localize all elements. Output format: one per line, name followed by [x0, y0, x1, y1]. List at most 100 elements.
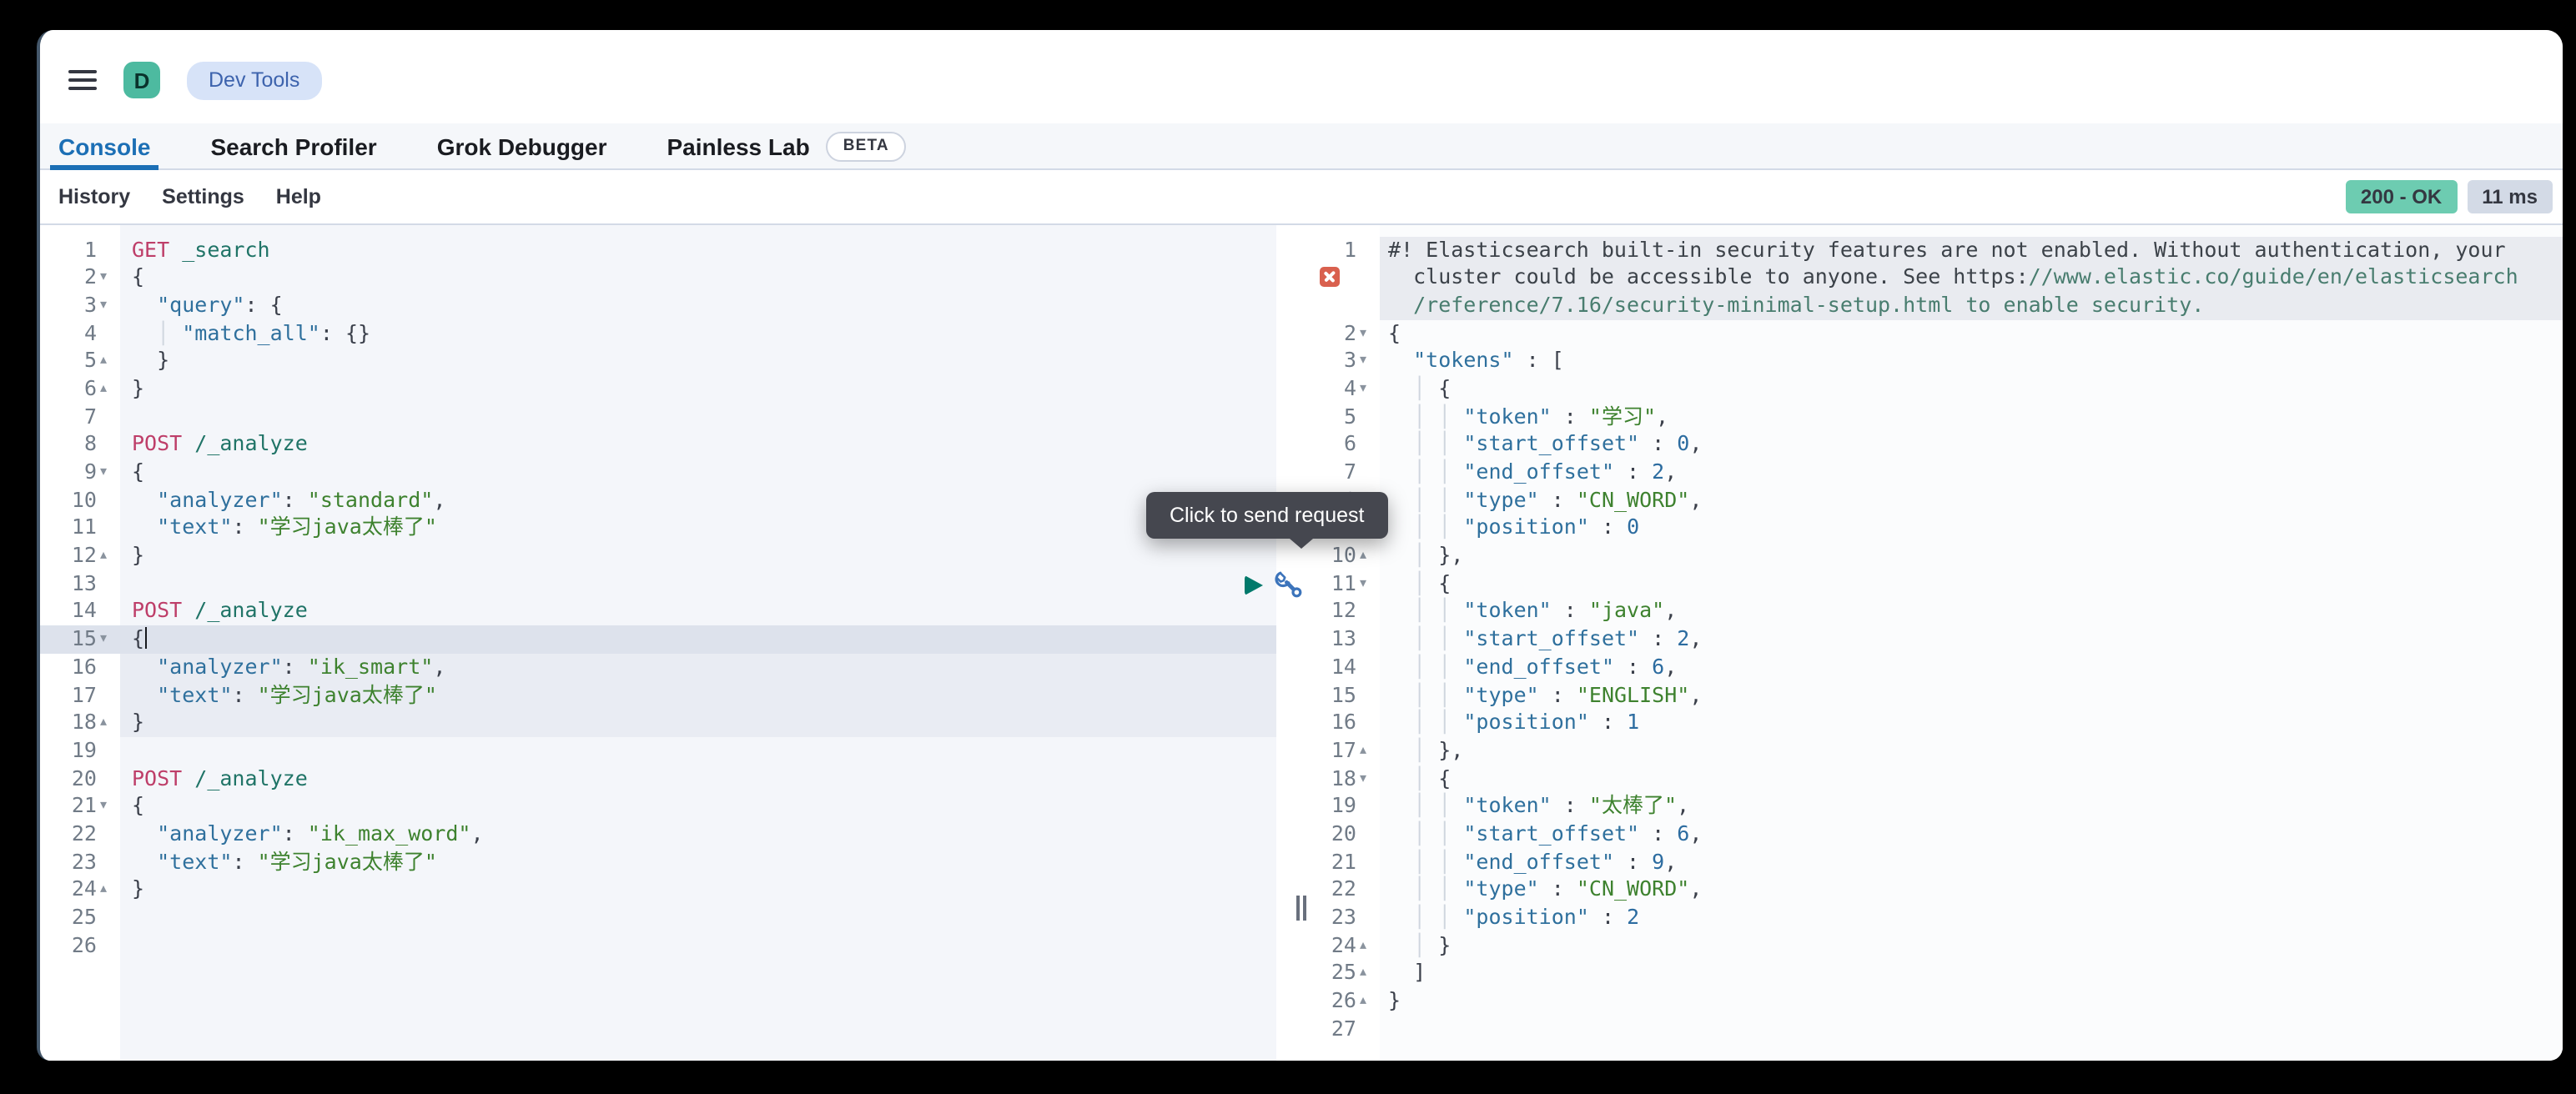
gutter-cell[interactable]: 21▾: [40, 793, 120, 820]
code-line[interactable]: │ │ "position" : 0: [1380, 514, 2563, 542]
fold-open-icon[interactable]: ▾: [1360, 319, 1380, 347]
code-line[interactable]: │ │ "start_offset" : 6,: [1380, 820, 2563, 848]
code-line[interactable]: │ │ "end_offset" : 6,: [1380, 654, 2563, 681]
code-line[interactable]: │ │ "type" : "ENGLISH",: [1380, 681, 2563, 709]
code-line[interactable]: POST /_analyze: [120, 765, 1276, 792]
fold-open-icon[interactable]: ▾: [1360, 348, 1380, 375]
error-marker-icon[interactable]: [1320, 267, 1340, 287]
code-line[interactable]: "analyzer": "ik_max_word",: [120, 820, 1276, 848]
gutter-cell[interactable]: 26▴: [1313, 987, 1380, 1015]
code-line[interactable]: {: [120, 625, 1276, 653]
gutter-cell[interactable]: 2▾: [40, 263, 120, 291]
code-line[interactable]: [120, 737, 1276, 765]
code-line[interactable]: │ {: [1380, 570, 2563, 598]
gutter-cell[interactable]: 17▴: [1313, 737, 1380, 765]
tab-search-profiler[interactable]: Search Profiler: [202, 123, 385, 168]
fold-open-icon[interactable]: ▾: [1360, 570, 1380, 598]
code-line[interactable]: │ │ "start_offset" : 0,: [1380, 431, 2563, 459]
code-line[interactable]: │ │ "token" : "太棒了",: [1380, 793, 2563, 820]
code-line[interactable]: │ {: [1380, 765, 2563, 792]
fold-open-icon[interactable]: ▾: [100, 625, 120, 653]
fold-open-icon[interactable]: ▾: [100, 292, 120, 319]
code-line[interactable]: POST /_analyze: [120, 598, 1276, 625]
panel-resize-handle[interactable]: [1296, 896, 1306, 921]
fold-close-icon[interactable]: ▴: [1360, 960, 1380, 987]
code-line[interactable]: }: [120, 375, 1276, 403]
code-line[interactable]: POST /_analyze: [120, 431, 1276, 459]
fold-open-icon[interactable]: ▾: [1360, 765, 1380, 792]
fold-open-icon[interactable]: ▾: [100, 263, 120, 291]
code-line[interactable]: "tokens" : [: [1380, 348, 2563, 375]
code-line[interactable]: │ "match_all": {}: [120, 319, 1276, 347]
menu-item-history[interactable]: History: [58, 185, 130, 208]
code-line[interactable]: ]: [1380, 960, 2563, 987]
code-line[interactable]: "query": {: [120, 292, 1276, 319]
code-line[interactable]: │ │ "token" : "java",: [1380, 598, 2563, 625]
tab-grok-debugger[interactable]: Grok Debugger: [429, 123, 616, 168]
code-line[interactable]: [120, 403, 1276, 430]
gutter-cell[interactable]: 9▾: [40, 459, 120, 486]
send-request-icon[interactable]: [1245, 575, 1263, 595]
gutter-cell[interactable]: 24▴: [40, 876, 120, 904]
code-line[interactable]: }: [120, 348, 1276, 375]
code-line[interactable]: }: [1380, 987, 2563, 1015]
fold-open-icon[interactable]: ▾: [1360, 375, 1380, 403]
code-line[interactable]: [120, 931, 1276, 959]
menu-item-help[interactable]: Help: [276, 185, 321, 208]
code-line[interactable]: GET _search: [120, 236, 1276, 263]
gutter-cell[interactable]: 11▾: [1313, 570, 1380, 598]
gutter-cell[interactable]: 12▴: [40, 542, 120, 570]
code-line[interactable]: │ │ "position" : 2: [1380, 904, 2563, 931]
code-line[interactable]: │ {: [1380, 375, 2563, 403]
code-line[interactable]: │ },: [1380, 542, 2563, 570]
code-line[interactable]: }: [120, 876, 1276, 904]
code-line[interactable]: "text": "学习java太棒了": [120, 681, 1276, 709]
gutter-cell[interactable]: 3▾: [40, 292, 120, 319]
code-line[interactable]: "analyzer": "standard",: [120, 486, 1276, 514]
code-line[interactable]: [1380, 1016, 2563, 1043]
code-line[interactable]: │ │ "type" : "CN_WORD",: [1380, 486, 2563, 514]
hamburger-menu-icon[interactable]: [68, 69, 97, 91]
code-line[interactable]: "text": "学习java太棒了": [120, 848, 1276, 876]
code-line[interactable]: [120, 570, 1276, 598]
code-line[interactable]: │ }: [1380, 931, 2563, 959]
code-line[interactable]: {: [120, 263, 1276, 291]
code-line[interactable]: │ │ "position" : 1: [1380, 709, 2563, 736]
gutter-cell[interactable]: 18▾: [1313, 765, 1380, 792]
wrench-icon[interactable]: [1275, 570, 1305, 600]
gutter-cell[interactable]: 18▴: [40, 709, 120, 736]
code-line[interactable]: }: [120, 709, 1276, 736]
code-line[interactable]: │ │ "end_offset" : 9,: [1380, 848, 2563, 876]
fold-open-icon[interactable]: ▾: [100, 793, 120, 820]
fold-close-icon[interactable]: ▴: [1360, 987, 1380, 1015]
space-avatar[interactable]: D: [123, 62, 160, 98]
fold-close-icon[interactable]: ▴: [1360, 542, 1380, 570]
fold-open-icon[interactable]: ▾: [100, 459, 120, 486]
request-editor[interactable]: 12▾3▾45▴6▴789▾101112▴131415▾161718▴19202…: [40, 225, 1313, 1061]
code-line[interactable]: │ │ "type" : "CN_WORD",: [1380, 876, 2563, 904]
fold-close-icon[interactable]: ▴: [100, 876, 120, 904]
code-line[interactable]: #! Elasticsearch built-in security featu…: [1380, 236, 2563, 263]
fold-close-icon[interactable]: ▴: [1360, 931, 1380, 959]
code-line[interactable]: "analyzer": "ik_smart",: [120, 654, 1276, 681]
gutter-cell[interactable]: 15▾: [40, 625, 120, 653]
fold-close-icon[interactable]: ▴: [100, 348, 120, 375]
gutter-cell[interactable]: 5▴: [40, 348, 120, 375]
code-line[interactable]: /reference/7.16/security-minimal-setup.h…: [1380, 292, 2563, 319]
gutter-cell[interactable]: 2▾: [1313, 319, 1380, 347]
breadcrumb[interactable]: Dev Tools: [187, 61, 321, 99]
response-viewer[interactable]: 12▾3▾4▾5678910▴11▾121314151617▴18▾192021…: [1313, 225, 2563, 1061]
code-line[interactable]: {: [120, 459, 1276, 486]
code-line[interactable]: {: [120, 793, 1276, 820]
tab-console[interactable]: Console: [50, 123, 158, 168]
code-line[interactable]: "text": "学习java太棒了": [120, 514, 1276, 542]
code-line[interactable]: }: [120, 542, 1276, 570]
fold-close-icon[interactable]: ▴: [1360, 737, 1380, 765]
fold-close-icon[interactable]: ▴: [100, 375, 120, 403]
gutter-cell[interactable]: 10▴: [1313, 542, 1380, 570]
gutter-cell[interactable]: 6▴: [40, 375, 120, 403]
menu-item-settings[interactable]: Settings: [162, 185, 244, 208]
code-line[interactable]: │ │ "start_offset" : 2,: [1380, 625, 2563, 653]
gutter-cell[interactable]: 24▴: [1313, 931, 1380, 959]
gutter-cell[interactable]: 4▾: [1313, 375, 1380, 403]
